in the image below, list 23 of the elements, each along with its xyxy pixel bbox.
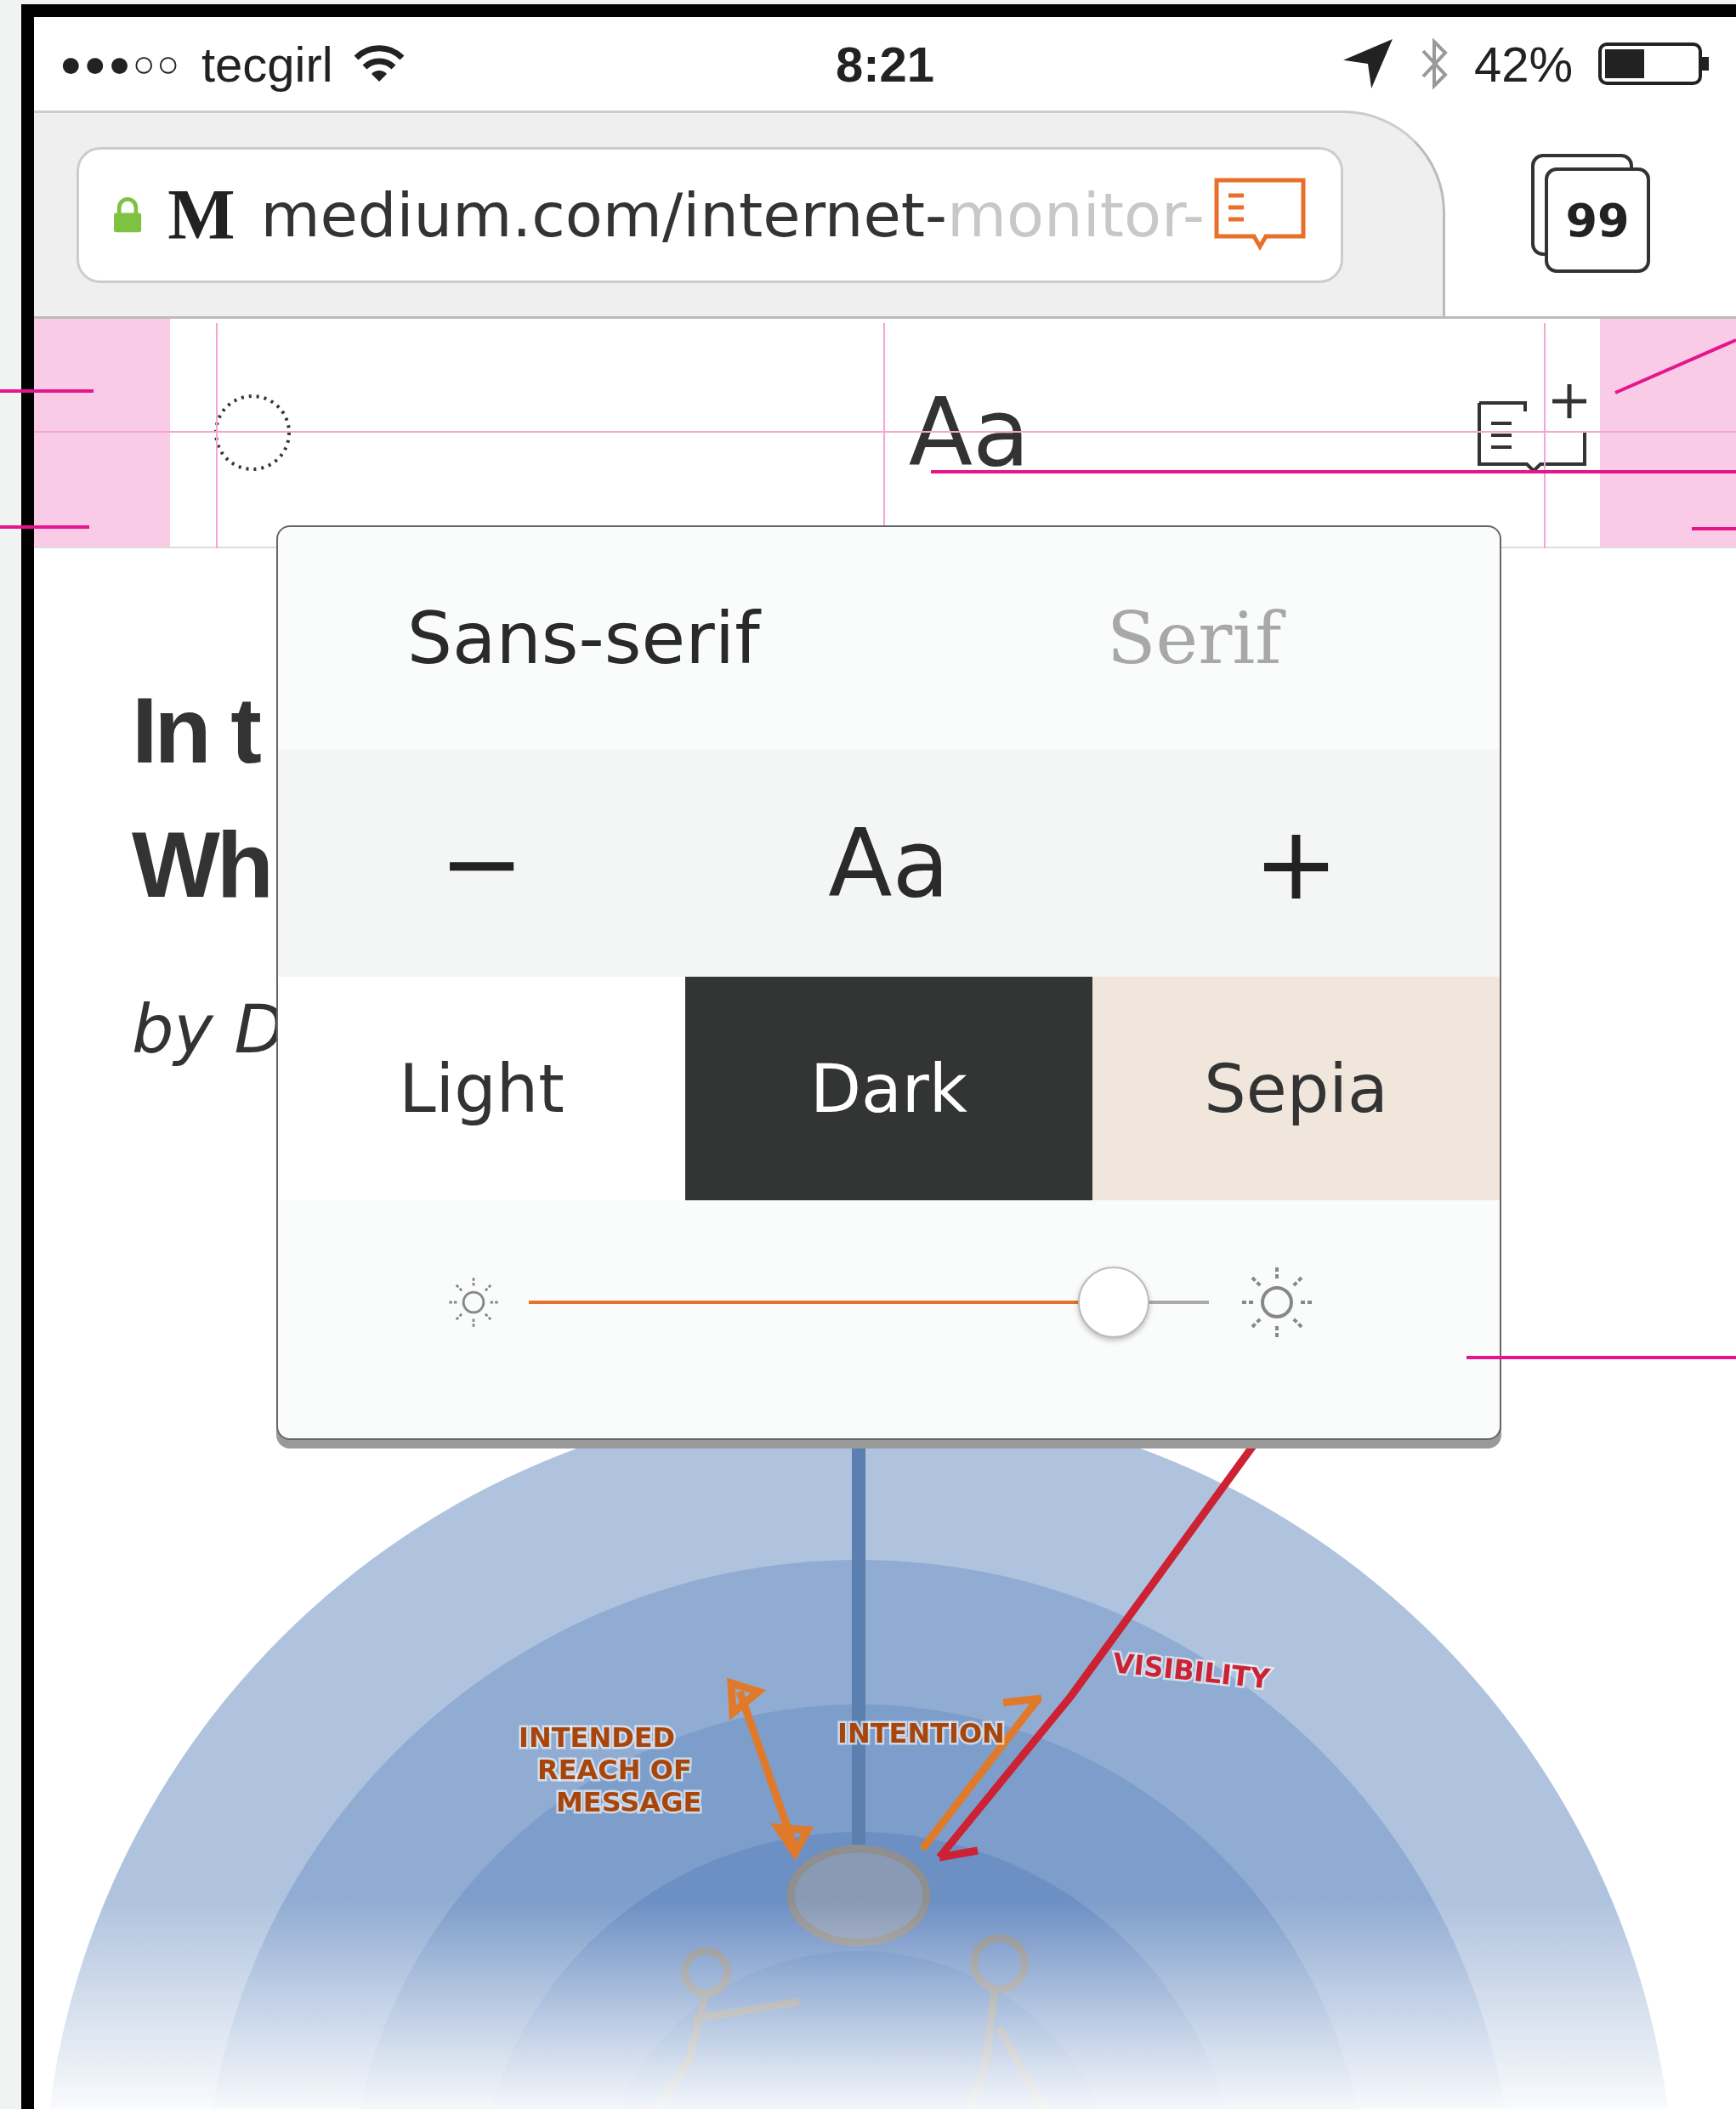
slider-thumb[interactable] <box>1078 1267 1149 1338</box>
carrier-name: tecgirl <box>201 35 333 93</box>
clock: 8:21 <box>835 35 935 93</box>
decrease-size-button[interactable]: − <box>278 804 685 922</box>
font-settings-button[interactable]: Aa <box>908 378 1030 487</box>
font-size-sample: Aa <box>827 808 950 918</box>
theme-option[interactable]: Dark <box>685 977 1092 1200</box>
wifi-icon <box>353 44 405 83</box>
brightness-slider[interactable] <box>529 1267 1209 1338</box>
signal-strength: ●●●○○ <box>60 43 181 85</box>
battery-percent: 42% <box>1473 35 1573 93</box>
dotted-circle-icon[interactable] <box>213 393 292 473</box>
increase-size-button[interactable]: + <box>1092 804 1500 922</box>
illustration-label: INTENDED REACH OF MESSAGE <box>519 1721 702 1818</box>
article-title-line: Wh <box>132 811 270 918</box>
site-logo: M <box>167 174 235 256</box>
illustration-label: INTENTION <box>837 1717 1005 1749</box>
theme-option[interactable]: Sepia <box>1092 977 1500 1200</box>
article-title-line: In t <box>132 677 258 784</box>
font-option[interactable]: Sans-serif <box>278 597 889 680</box>
theme-option[interactable]: Light <box>278 977 685 1200</box>
illustration-label: VISIBILITY <box>1111 1647 1272 1696</box>
battery-icon <box>1598 43 1710 85</box>
